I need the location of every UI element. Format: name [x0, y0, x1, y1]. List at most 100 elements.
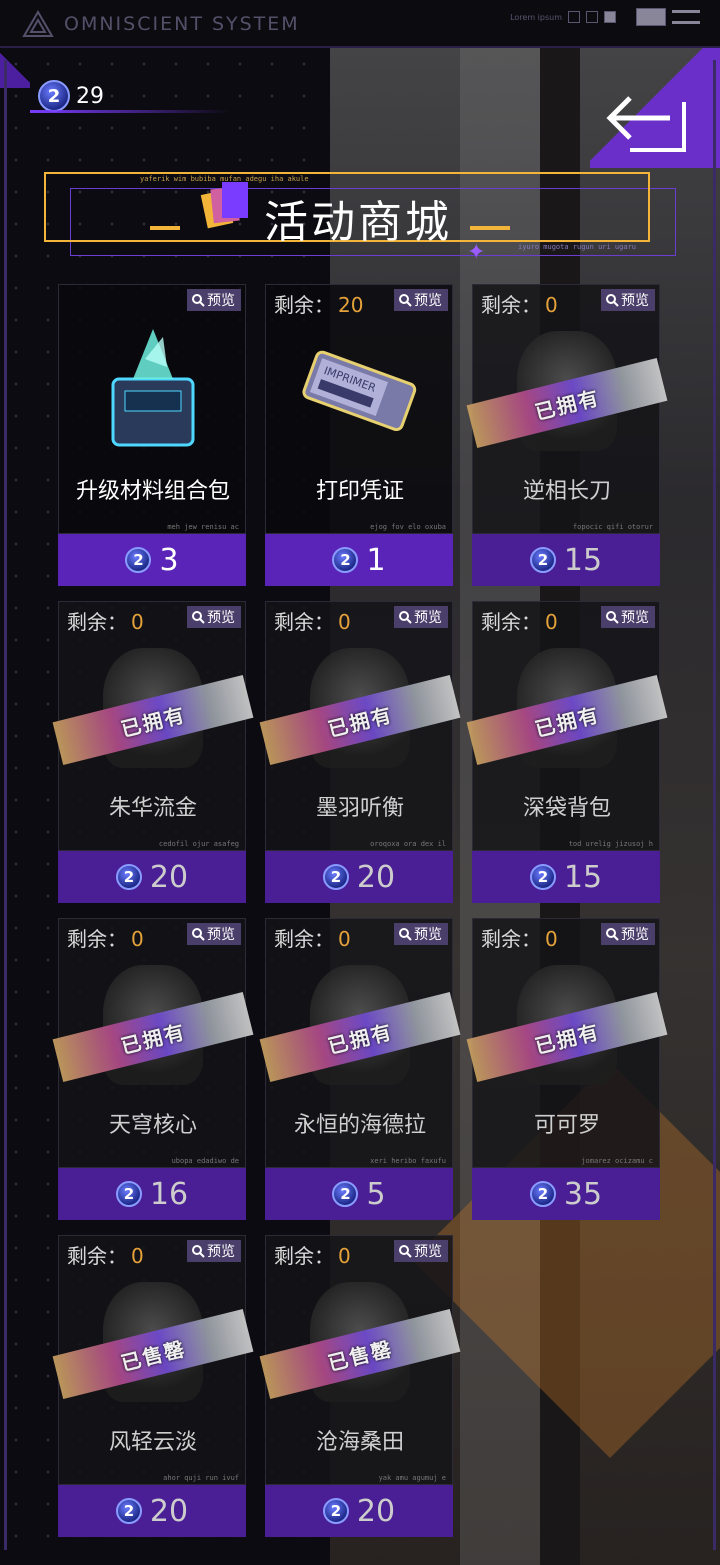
item-name: 天穹核心: [108, 1113, 197, 1138]
event-coin-icon: 2: [115, 1498, 142, 1524]
card-body: 剩余： 0 预览 已拥有 永恒的海德拉 xeri heribo faxufu: [259, 918, 461, 1168]
remaining-count: 剩余： 0: [481, 923, 558, 952]
right-edge-line: [713, 60, 716, 1550]
status-text: 已拥有: [325, 701, 396, 742]
item-micro-text: tod urelig jizusoj h: [568, 840, 653, 848]
remaining-number: 0: [545, 610, 558, 634]
status-text: 已售罄: [118, 1335, 189, 1376]
price-button[interactable]: 2 20: [265, 851, 453, 903]
item-name: 逆相长刀: [522, 479, 611, 504]
item-micro-text: oroqoxa ora dex il: [370, 840, 446, 848]
remaining-count: 剩余： 0: [481, 606, 558, 635]
card-body: 剩余： 0 预览 已拥有 逆相长刀 fopocic qifi otorur: [466, 284, 668, 534]
shop-item-card[interactable]: 剩余： 0 预览 已拥有 永恒的海德拉 xeri heribo faxufu 2 5: [259, 918, 461, 1220]
item-micro-text: fopocic qifi otorur: [572, 523, 653, 531]
square-icon: [568, 11, 580, 23]
preview-label: 预览: [414, 1244, 442, 1260]
price-button[interactable]: 2 20: [58, 851, 246, 903]
magnifier-icon: [192, 611, 205, 624]
preview-label: 预览: [621, 927, 649, 943]
magnifier-icon: [192, 294, 205, 307]
price-button[interactable]: 23: [58, 534, 246, 586]
shop-item-card[interactable]: IMPRIMER 剩余： 20 预览 打印凭证 ejog fov elo oxuba 2 1: [265, 284, 453, 586]
shop-item-card[interactable]: 预览 升级材料组合包 meh jew renisu ac 2 3: [58, 284, 246, 586]
price-button[interactable]: 25: [265, 1168, 453, 1220]
preview-button[interactable]: 预览: [187, 606, 241, 628]
price-value: 5: [366, 1176, 386, 1212]
shop-item-card[interactable]: 剩余： 0 预览 已拥有 墨羽听衡 oroqoxa ora dex il 2 20: [259, 601, 461, 903]
card-body: 剩余： 0 预览 已拥有 可可罗 jomarez ocizamu c: [466, 918, 668, 1168]
preview-button[interactable]: 预览: [187, 1240, 241, 1262]
price-button[interactable]: 2 35: [472, 1168, 660, 1220]
card-body: 剩余： 0 预览 已拥有 天穹核心 ubopa edadiwo de: [52, 918, 254, 1168]
remaining-number: 0: [338, 610, 351, 634]
left-edge-line: [4, 60, 7, 1550]
preview-button[interactable]: 预览: [394, 289, 448, 311]
price-button[interactable]: 2 15: [472, 534, 660, 586]
preview-button[interactable]: 预览: [601, 606, 655, 628]
filled-square-icon: [604, 11, 616, 23]
preview-button[interactable]: 预览: [187, 923, 241, 945]
triangle-logo-icon: [22, 10, 54, 37]
brand: OMNISCIENT SYSTEM: [22, 10, 300, 38]
shop-item-card[interactable]: 剩余： 0 预览 已拥有 逆相长刀 fopocic qifi otorur 2 15: [466, 284, 668, 586]
remaining-label: 剩余：: [274, 293, 334, 317]
price-value: 20: [149, 859, 189, 895]
price-value: 1: [366, 542, 386, 578]
print-ticket-icon: IMPRIMER: [302, 350, 417, 432]
shop-item-card[interactable]: 剩余： 0 预览 已拥有 天穹核心 ubopa edadiwo de 2 16: [52, 918, 254, 1220]
preview-button[interactable]: 预览: [394, 923, 448, 945]
card-body: 预览 升级材料组合包 meh jew renisu ac: [58, 284, 246, 534]
price-button[interactable]: 21: [265, 534, 453, 586]
item-name: 打印凭证: [315, 479, 404, 504]
remaining-label: 剩余：: [274, 1244, 334, 1268]
magnifier-icon: [192, 928, 205, 941]
shop-cards-icon: [200, 182, 248, 229]
shop-item-card[interactable]: 剩余： 0 预览 已售罄 沧海桑田 yak amu agumuj e 2 20: [259, 1235, 461, 1537]
preview-button[interactable]: 预览: [394, 1240, 448, 1262]
price-value: 20: [356, 859, 396, 895]
shop-item-card[interactable]: 剩余： 0 预览 已拥有 可可罗 jomarez ocizamu c 2 35: [466, 918, 668, 1220]
card-body: 剩余： 0 预览 已拥有 墨羽听衡 oroqoxa ora dex il: [259, 601, 461, 851]
remaining-count: 剩余： 0: [67, 606, 144, 635]
event-coin-icon: 2: [115, 864, 142, 890]
event-coin-icon: 2: [332, 1181, 359, 1207]
currency-amount: 29: [76, 83, 104, 109]
preview-button[interactable]: 预览: [601, 289, 655, 311]
shop-item-card[interactable]: 剩余： 0 预览 已拥有 朱华流金 cedofil ojur asafeg 2 20: [52, 601, 254, 903]
price-value: 3: [159, 542, 179, 578]
price-value: 15: [563, 859, 603, 895]
shop-item-card[interactable]: 剩余： 0 预览 已售罄 风轻云淡 ahor quji run ivuf 2 20: [52, 1235, 254, 1537]
magnifier-icon: [606, 294, 619, 307]
diagonal-panel-icon: [636, 8, 666, 26]
price-button[interactable]: 2 16: [58, 1168, 246, 1220]
back-arrow-icon[interactable]: [600, 88, 692, 154]
currency-display: 2 29: [38, 80, 104, 112]
preview-button[interactable]: 预览: [394, 606, 448, 628]
magnifier-icon: [606, 611, 619, 624]
status-text: 已拥有: [118, 701, 189, 742]
remaining-label: 剩余：: [481, 610, 541, 634]
item-name: 风轻云淡: [108, 1430, 197, 1455]
card-body: IMPRIMER 剩余： 20 预览 打印凭证 ejog fov elo oxuba: [265, 284, 453, 534]
price-button[interactable]: 2 20: [265, 1485, 453, 1537]
preview-label: 预览: [414, 610, 442, 626]
remaining-count: 剩余： 0: [274, 923, 351, 952]
preview-button[interactable]: 预览: [601, 923, 655, 945]
deco-text: Lorem ipsum: [510, 12, 562, 22]
event-coin-icon: 2: [332, 547, 359, 573]
remaining-number: 20: [338, 293, 364, 317]
preview-button[interactable]: 预览: [187, 289, 241, 311]
price-button[interactable]: 2 20: [58, 1485, 246, 1537]
event-coin-icon: 2: [529, 864, 556, 890]
remaining-label: 剩余：: [67, 610, 127, 634]
price-button[interactable]: 2 15: [472, 851, 660, 903]
event-coin-icon: 2: [322, 864, 349, 890]
magnifier-icon: [399, 1245, 412, 1258]
item-name: 朱华流金: [108, 796, 197, 821]
material-box-icon: [111, 329, 195, 447]
remaining-number: 0: [545, 293, 558, 317]
shop-item-card[interactable]: 剩余： 0 预览 已拥有 深袋背包 tod urelig jizusoj h 2 15: [466, 601, 668, 903]
status-text: 已拥有: [532, 1018, 603, 1059]
item-name: 可可罗: [533, 1113, 600, 1138]
